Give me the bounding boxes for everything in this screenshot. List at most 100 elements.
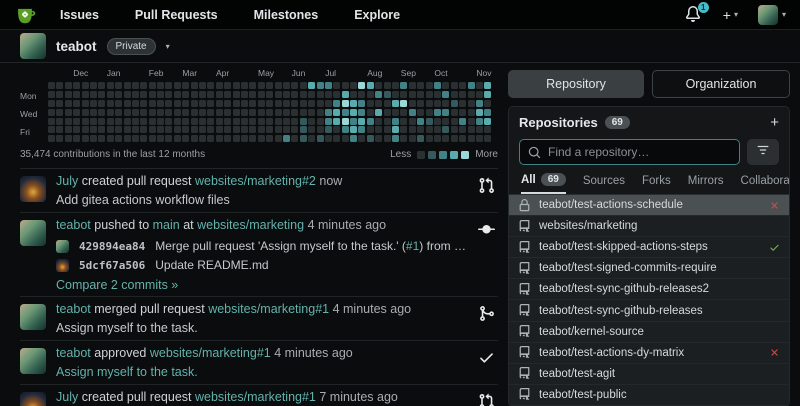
repo-list-item[interactable]: teabot/test-agit	[509, 363, 789, 385]
actor-avatar[interactable]	[20, 220, 46, 247]
heatmap-cell[interactable]	[140, 135, 148, 143]
heatmap-cell[interactable]	[400, 82, 408, 89]
heatmap-cell[interactable]	[98, 90, 106, 98]
heatmap-cell[interactable]	[173, 135, 181, 143]
heatmap-cell[interactable]	[375, 117, 383, 125]
heatmap-cell[interactable]	[89, 108, 97, 116]
heatmap-cell[interactable]	[240, 82, 248, 89]
heatmap-cell[interactable]	[383, 82, 391, 89]
heatmap-cell[interactable]	[417, 117, 425, 125]
heatmap-cell[interactable]	[484, 82, 492, 89]
heatmap-cell[interactable]	[299, 126, 307, 134]
heatmap-cell[interactable]	[207, 99, 215, 107]
heatmap-cell[interactable]	[106, 99, 114, 107]
heatmap-cell[interactable]	[64, 126, 72, 134]
heatmap-cell[interactable]	[98, 126, 106, 134]
committer-avatar[interactable]	[56, 259, 69, 273]
heatmap-cell[interactable]	[157, 117, 165, 125]
heatmap-cell[interactable]	[291, 126, 299, 134]
heatmap-cell[interactable]	[375, 82, 383, 89]
heatmap-cell[interactable]	[232, 82, 240, 89]
heatmap-cell[interactable]	[131, 108, 139, 116]
feed-link[interactable]: main	[153, 218, 180, 232]
feed-link[interactable]: teabot	[56, 218, 91, 232]
heatmap-cell[interactable]	[140, 90, 148, 98]
heatmap-cell[interactable]	[266, 117, 274, 125]
commit-sha[interactable]: 5dcf67a506	[79, 258, 145, 273]
heatmap-cell[interactable]	[450, 99, 458, 107]
heatmap-cell[interactable]	[266, 126, 274, 134]
commit-status-fail-icon[interactable]	[769, 200, 780, 211]
heatmap-cell[interactable]	[375, 135, 383, 143]
heatmap-cell[interactable]	[433, 82, 441, 89]
nav-link-milestones[interactable]: Milestones	[254, 8, 319, 22]
heatmap-cell[interactable]	[467, 117, 475, 125]
heatmap-cell[interactable]	[182, 117, 190, 125]
heatmap-cell[interactable]	[467, 135, 475, 143]
heatmap-cell[interactable]	[215, 82, 223, 89]
heatmap-cell[interactable]	[484, 135, 492, 143]
heatmap-cell[interactable]	[433, 117, 441, 125]
heatmap-cell[interactable]	[224, 108, 232, 116]
heatmap-cell[interactable]	[199, 126, 207, 134]
heatmap-cell[interactable]	[199, 108, 207, 116]
heatmap-cell[interactable]	[190, 135, 198, 143]
heatmap-cell[interactable]	[333, 108, 341, 116]
heatmap-cell[interactable]	[316, 135, 324, 143]
heatmap-cell[interactable]	[240, 126, 248, 134]
heatmap-cell[interactable]	[433, 135, 441, 143]
heatmap-cell[interactable]	[274, 108, 282, 116]
heatmap-cell[interactable]	[425, 99, 433, 107]
heatmap-cell[interactable]	[182, 82, 190, 89]
heatmap-cell[interactable]	[173, 126, 181, 134]
heatmap-cell[interactable]	[48, 82, 55, 89]
heatmap-cell[interactable]	[308, 126, 316, 134]
heatmap-cell[interactable]	[341, 82, 349, 89]
heatmap-cell[interactable]	[324, 108, 332, 116]
heatmap-cell[interactable]	[299, 108, 307, 116]
heatmap-cell[interactable]	[291, 99, 299, 107]
heatmap-cell[interactable]	[366, 82, 374, 89]
heatmap-cell[interactable]	[475, 82, 483, 89]
heatmap-cell[interactable]	[425, 117, 433, 125]
heatmap-cell[interactable]	[341, 108, 349, 116]
heatmap-cell[interactable]	[199, 117, 207, 125]
heatmap-cell[interactable]	[400, 126, 408, 134]
heatmap-cell[interactable]	[73, 90, 81, 98]
heatmap-cell[interactable]	[182, 108, 190, 116]
heatmap-cell[interactable]	[73, 126, 81, 134]
heatmap-cell[interactable]	[383, 99, 391, 107]
heatmap-cell[interactable]	[48, 90, 55, 98]
heatmap-cell[interactable]	[299, 82, 307, 89]
heatmap-cell[interactable]	[64, 90, 72, 98]
heatmap-cell[interactable]	[123, 90, 131, 98]
heatmap-cell[interactable]	[81, 117, 89, 125]
heatmap-cell[interactable]	[56, 108, 64, 116]
heatmap-cell[interactable]	[341, 126, 349, 134]
heatmap-cell[interactable]	[257, 82, 265, 89]
heatmap-cell[interactable]	[358, 90, 366, 98]
heatmap-cell[interactable]	[232, 135, 240, 143]
heatmap-cell[interactable]	[350, 108, 358, 116]
heatmap-cell[interactable]	[215, 117, 223, 125]
heatmap-cell[interactable]	[358, 117, 366, 125]
heatmap-cell[interactable]	[425, 108, 433, 116]
heatmap-cell[interactable]	[475, 135, 483, 143]
heatmap-cell[interactable]	[81, 90, 89, 98]
heatmap-cell[interactable]	[240, 117, 248, 125]
heatmap-cell[interactable]	[81, 126, 89, 134]
heatmap-cell[interactable]	[433, 90, 441, 98]
heatmap-cell[interactable]	[316, 99, 324, 107]
heatmap-cell[interactable]	[224, 99, 232, 107]
heatmap-cell[interactable]	[459, 90, 467, 98]
heatmap-cell[interactable]	[333, 135, 341, 143]
heatmap-cell[interactable]	[81, 135, 89, 143]
heatmap-cell[interactable]	[115, 108, 123, 116]
heatmap-cell[interactable]	[115, 99, 123, 107]
heatmap-cell[interactable]	[333, 82, 341, 89]
actor-avatar[interactable]	[20, 176, 46, 203]
heatmap-cell[interactable]	[173, 108, 181, 116]
heatmap-cell[interactable]	[182, 99, 190, 107]
heatmap-cell[interactable]	[324, 99, 332, 107]
feed-link[interactable]: teabot	[56, 302, 91, 316]
